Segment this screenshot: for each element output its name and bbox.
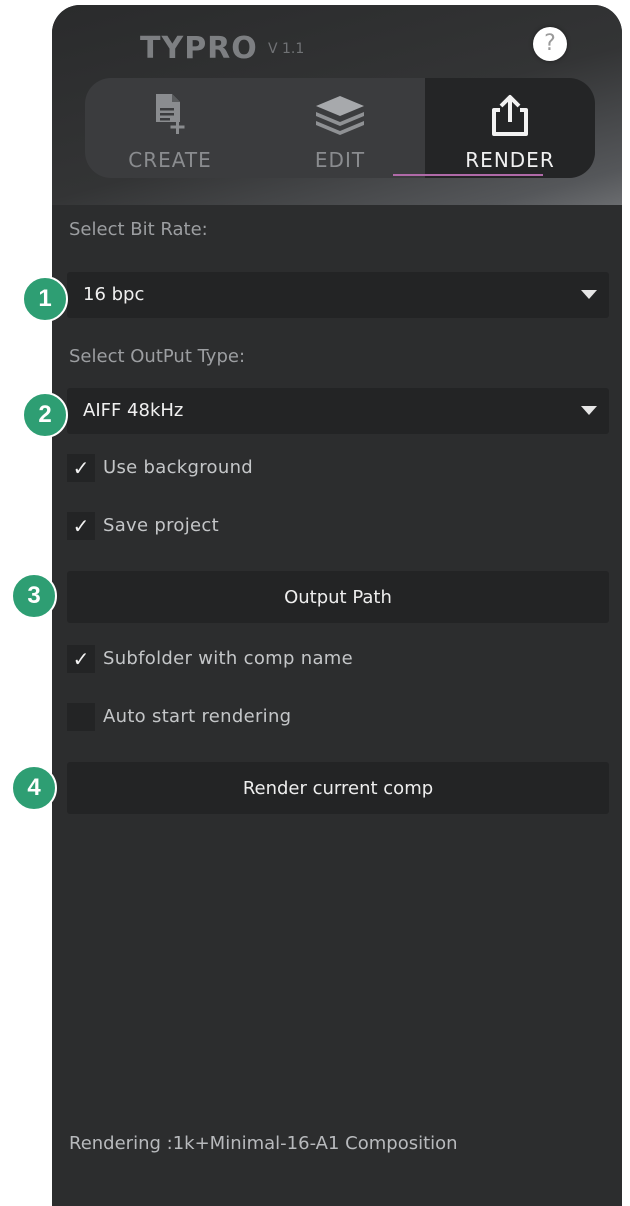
tab-edit[interactable]: EDIT: [255, 78, 425, 178]
auto-start-checkbox[interactable]: [67, 703, 95, 731]
output-type-value: AIFF 48kHz: [83, 400, 184, 421]
bit-rate-value: 16 bpc: [83, 284, 145, 305]
step-badge-3: 3: [11, 573, 57, 619]
step-badge-4: 4: [11, 765, 57, 811]
save-project-label: Save project: [103, 515, 219, 536]
help-icon[interactable]: ?: [533, 27, 567, 61]
render-current-comp-button[interactable]: Render current comp: [67, 762, 609, 814]
tab-create-label: CREATE: [128, 148, 212, 172]
layers-icon: [255, 92, 425, 138]
tab-render-label: RENDER: [465, 148, 555, 172]
render-status: Rendering :1k+Minimal-16-A1 Composition: [69, 1133, 458, 1154]
share-export-icon: [425, 92, 595, 138]
tab-render[interactable]: RENDER: [425, 78, 595, 178]
bit-rate-dropdown[interactable]: 16 bpc: [67, 272, 609, 318]
chevron-down-icon: [581, 290, 597, 299]
output-path-button[interactable]: Output Path: [67, 571, 609, 623]
output-type-dropdown[interactable]: AIFF 48kHz: [67, 388, 609, 434]
step-badge-1: 1: [22, 276, 68, 322]
app-logo: TYPRO: [140, 31, 258, 66]
subfolder-checkbox[interactable]: ✓: [67, 645, 95, 673]
active-tab-indicator: [393, 174, 543, 176]
use-background-label: Use background: [103, 457, 254, 478]
tab-edit-label: EDIT: [314, 148, 366, 172]
document-add-icon: [85, 92, 255, 138]
tab-create[interactable]: CREATE: [85, 78, 255, 178]
step-badge-2: 2: [22, 392, 68, 438]
main-tabs: CREATE EDIT RENDER: [85, 78, 595, 178]
chevron-down-icon: [581, 406, 597, 415]
app-version: V 1.1: [268, 41, 305, 57]
auto-start-label: Auto start rendering: [103, 706, 292, 727]
subfolder-label: Subfolder with comp name: [103, 648, 353, 669]
use-background-checkbox[interactable]: ✓: [67, 454, 95, 482]
render-panel: TYPRO V 1.1 ? CREATE EDIT RENDER Select …: [52, 5, 622, 1206]
bit-rate-label: Select Bit Rate:: [69, 219, 208, 240]
save-project-checkbox[interactable]: ✓: [67, 512, 95, 540]
output-type-label: Select OutPut Type:: [69, 346, 246, 367]
